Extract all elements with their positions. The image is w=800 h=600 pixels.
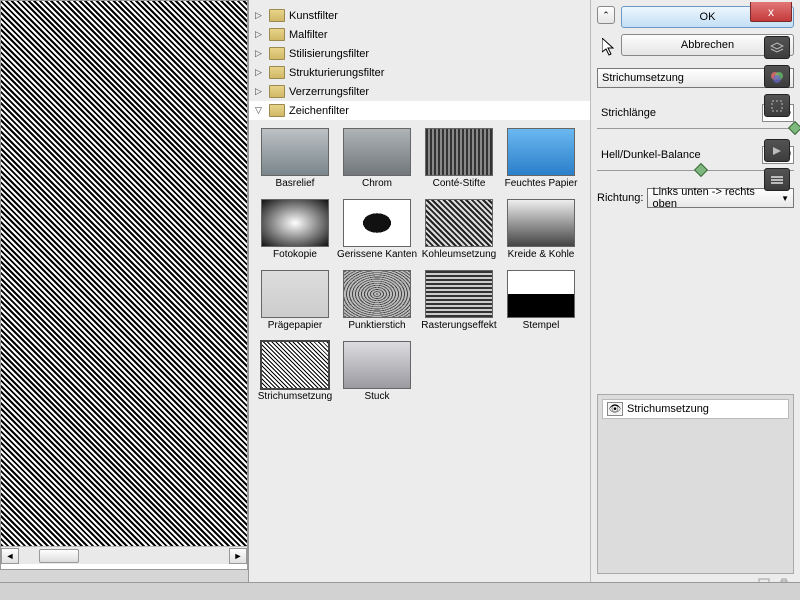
- thumbnail-image: [343, 341, 411, 389]
- paths-icon[interactable]: [764, 94, 790, 117]
- triangle-right-icon: ▷: [255, 86, 265, 97]
- thumbnail-label: Rasterungseffekt: [421, 320, 496, 331]
- scroll-left-button[interactable]: ◄: [1, 548, 19, 564]
- slider-handle[interactable]: [693, 163, 707, 177]
- filter-thumbnail[interactable]: Basrelief: [259, 128, 331, 189]
- thumbnail-label: Kreide & Kohle: [508, 249, 575, 260]
- filter-thumbnail[interactable]: Kohleumsetzung: [423, 199, 495, 260]
- thumbnail-label: Chrom: [362, 178, 392, 189]
- triangle-right-icon: ▷: [255, 10, 265, 21]
- folder-icon: [269, 47, 285, 60]
- param-label: Strichlänge: [597, 107, 762, 119]
- thumbnail-label: Gerissene Kanten: [337, 249, 417, 260]
- filter-thumbnail[interactable]: Chrom: [341, 128, 413, 189]
- filter-thumbnail[interactable]: Gerissene Kanten: [341, 199, 413, 260]
- thumbnail-label: Kohleumsetzung: [422, 249, 497, 260]
- thumbnail-label: Feuchtes Papier: [505, 178, 578, 189]
- thumbnail-image: [261, 199, 329, 247]
- direction-value: Links unten -> rechts oben: [652, 186, 781, 210]
- folder-icon: [269, 85, 285, 98]
- thumbnail-label: Stempel: [523, 320, 560, 331]
- filter-select-value: Strichumsetzung: [602, 72, 684, 84]
- history-icon[interactable]: [764, 168, 790, 191]
- filter-category[interactable]: ▽ Zeichenfilter: [249, 101, 590, 120]
- thumbnail-label: Prägepapier: [268, 320, 322, 331]
- direction-row: Richtung: Links unten -> rechts oben ▼: [597, 188, 794, 208]
- triangle-down-icon: ▽: [255, 105, 265, 116]
- filter-thumbnail[interactable]: Rasterungseffekt: [423, 270, 495, 331]
- layers-icon[interactable]: [764, 36, 790, 59]
- param-label: Hell/Dunkel-Balance: [597, 149, 762, 161]
- filter-category[interactable]: ▷ Kunstfilter: [249, 6, 590, 25]
- filter-thumbnail[interactable]: Conté-Stifte: [423, 128, 495, 189]
- thumbnail-image: [507, 270, 575, 318]
- filter-thumbnail[interactable]: Stempel: [505, 270, 577, 331]
- thumbnail-image: [343, 270, 411, 318]
- triangle-right-icon: ▷: [255, 29, 265, 40]
- thumbnail-label: Strichumsetzung: [258, 391, 332, 402]
- filter-category[interactable]: ▷ Strukturierungsfilter: [249, 63, 590, 82]
- folder-icon: [269, 28, 285, 41]
- folder-icon: [269, 9, 285, 22]
- thumbnail-image: [425, 270, 493, 318]
- filter-thumbnail[interactable]: Prägepapier: [259, 270, 331, 331]
- chevron-down-icon: ▼: [781, 194, 789, 203]
- thumbnail-image: [507, 128, 575, 176]
- category-label: Strukturierungsfilter: [289, 67, 384, 79]
- filter-thumbnail[interactable]: Kreide & Kohle: [505, 199, 577, 260]
- folder-icon: [269, 104, 285, 117]
- collapse-button[interactable]: ⌃: [597, 6, 615, 24]
- filter-thumbnail[interactable]: Stuck: [341, 341, 413, 402]
- app-sidebar-icons: [764, 36, 794, 191]
- preview-pane: ◄ ►: [0, 0, 248, 570]
- scroll-track[interactable]: [19, 548, 229, 564]
- folder-icon: [269, 66, 285, 79]
- thumbnail-label: Stuck: [364, 391, 389, 402]
- direction-label: Richtung:: [597, 192, 643, 204]
- effect-layers-panel: 👁 Strichumsetzung: [597, 394, 794, 574]
- triangle-right-icon: ▷: [255, 67, 265, 78]
- window-close-button[interactable]: x: [750, 2, 792, 22]
- thumbnail-label: Conté-Stifte: [433, 178, 486, 189]
- scrollbar[interactable]: ◄ ►: [1, 546, 247, 564]
- channels-icon[interactable]: [764, 65, 790, 88]
- filter-thumbnail[interactable]: Feuchtes Papier: [505, 128, 577, 189]
- thumbnail-label: Basrelief: [276, 178, 315, 189]
- filter-thumbnail-grid: Basrelief Chrom Conté-Stifte Feuchtes Papie…: [249, 120, 590, 410]
- filter-thumbnail[interactable]: Strichumsetzung: [259, 341, 331, 402]
- category-label: Zeichenfilter: [289, 105, 349, 117]
- thumbnail-image: [343, 128, 411, 176]
- thumbnail-image: [507, 199, 575, 247]
- filter-thumbnail[interactable]: Punktierstich: [341, 270, 413, 331]
- category-label: Malfilter: [289, 29, 328, 41]
- layer-name: Strichumsetzung: [627, 403, 709, 415]
- category-label: Kunstfilter: [289, 10, 338, 22]
- thumbnail-label: Fotokopie: [273, 249, 317, 260]
- scroll-right-button[interactable]: ►: [229, 548, 247, 564]
- filter-thumbnail[interactable]: Fotokopie: [259, 199, 331, 260]
- filter-category[interactable]: ▷ Malfilter: [249, 25, 590, 44]
- preview-image: [1, 1, 247, 546]
- scroll-thumb[interactable]: [39, 549, 79, 563]
- filter-category[interactable]: ▷ Verzerrungsfilter: [249, 82, 590, 101]
- direction-select[interactable]: Links unten -> rechts oben ▼: [647, 188, 794, 208]
- thumbnail-image: [425, 199, 493, 247]
- triangle-right-icon: ▷: [255, 48, 265, 59]
- status-bar: [0, 582, 800, 600]
- layer-row[interactable]: 👁 Strichumsetzung: [602, 399, 789, 419]
- category-label: Stilisierungsfilter: [289, 48, 369, 60]
- category-label: Verzerrungsfilter: [289, 86, 369, 98]
- thumbnail-image: [425, 128, 493, 176]
- filter-category[interactable]: ▷ Stilisierungsfilter: [249, 44, 590, 63]
- thumbnail-image: [261, 341, 329, 389]
- eye-icon[interactable]: 👁: [607, 402, 623, 416]
- thumbnail-image: [261, 270, 329, 318]
- thumbnail-image: [261, 128, 329, 176]
- filter-tree: ▷ Kunstfilter ▷ Malfilter ▷ Stilisierungsfilt…: [248, 0, 590, 600]
- thumbnail-image: [343, 199, 411, 247]
- actions-icon[interactable]: [764, 139, 790, 162]
- thumbnail-label: Punktierstich: [348, 320, 405, 331]
